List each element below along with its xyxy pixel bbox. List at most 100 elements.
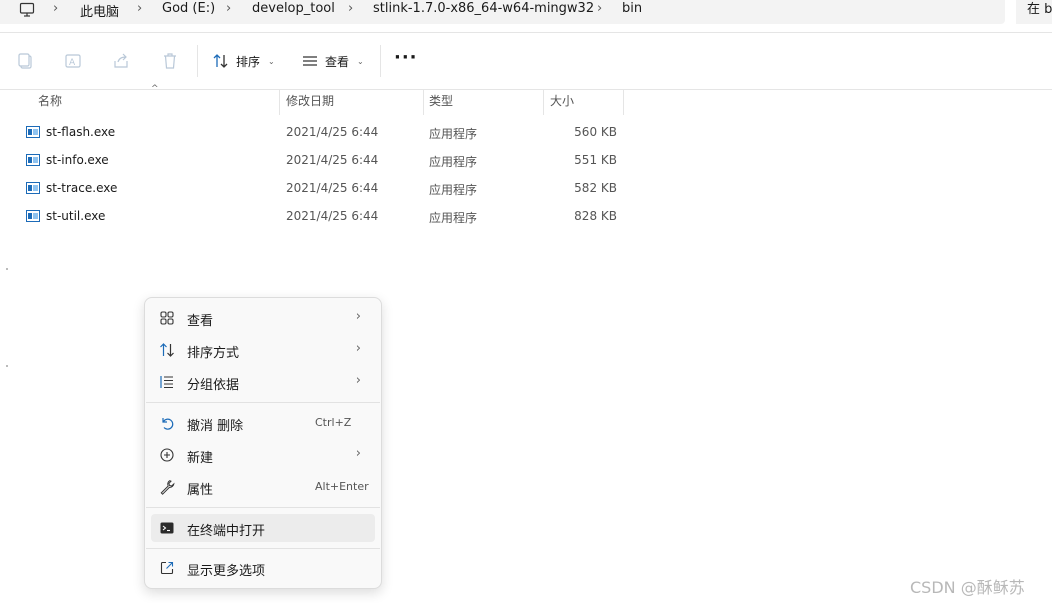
sort-ascending-icon: ^ [151,84,159,94]
exe-file-icon [26,126,40,138]
file-name: st-util.exe [46,209,106,223]
menu-item-label: 新建 [187,451,214,466]
file-date: 2021/4/25 6:44 [286,125,379,139]
menu-item-label: 显示更多选项 [187,564,266,579]
delete-icon[interactable] [160,51,180,71]
file-type: 应用程序 [429,183,478,197]
toolbar-divider [380,45,381,77]
exe-file-icon [26,210,40,222]
scroll-edge-mark [6,268,8,270]
breadcrumb-chevron-icon[interactable]: › [137,1,142,16]
file-date: 2021/4/25 6:44 [286,181,379,195]
menu-separator [146,548,380,549]
exe-file-icon [26,154,40,166]
chevron-right-icon: › [355,309,361,324]
file-date: 2021/4/25 6:44 [286,153,379,167]
rename-icon[interactable]: A [64,51,84,71]
file-row[interactable]: st-info.exe 2021/4/25 6:44 应用程序 551 KB [20,147,625,175]
group-icon [160,376,173,389]
toolbar-divider [197,45,198,77]
column-header-size[interactable]: 大小 [550,89,574,115]
file-row[interactable]: st-util.exe 2021/4/25 6:44 应用程序 828 KB [20,203,625,231]
menu-item-label: 属性 [187,483,214,498]
breadcrumb-develop-tool[interactable]: develop_tool [252,1,335,16]
menu-item-new[interactable]: 新建 › [151,441,375,469]
sort-icon [160,343,174,357]
file-size: 551 KB [574,153,617,167]
breadcrumb-chevron-icon[interactable]: › [226,1,231,16]
file-size: 582 KB [574,181,617,195]
undo-icon [162,418,174,430]
grid-view-icon [160,311,174,325]
chevron-right-icon: › [355,446,361,461]
file-row[interactable]: st-flash.exe 2021/4/25 6:44 应用程序 560 KB [20,119,625,147]
sort-icon [213,54,228,68]
file-row[interactable]: st-trace.exe 2021/4/25 6:44 应用程序 582 KB [20,175,625,203]
menu-item-label: 分组依据 [187,378,240,393]
chevron-down-icon: ⌄ [268,56,275,66]
menu-item-group-by[interactable]: 分组依据 › [151,368,375,396]
exe-file-icon [26,182,40,194]
terminal-icon [160,522,174,534]
wrench-icon [160,480,175,495]
file-size: 828 KB [574,209,617,223]
file-date: 2021/4/25 6:44 [286,209,379,223]
menu-item-label: 撤消 删除 [187,419,244,434]
column-divider[interactable] [279,89,280,115]
view-list-icon [303,56,317,66]
column-divider[interactable] [543,89,544,115]
file-type: 应用程序 [429,211,478,225]
breadcrumb-stlink[interactable]: stlink-1.7.0-x86_64-w64-mingw32 [373,1,594,16]
new-icon [160,448,174,462]
file-name: st-info.exe [46,153,109,167]
sort-label: 排序 [236,54,261,69]
chevron-right-icon: › [355,341,361,356]
file-name: st-trace.exe [46,181,118,195]
copy-icon[interactable] [16,51,36,71]
breadcrumb-bin[interactable]: bin [622,1,642,16]
menu-item-view[interactable]: 查看 › [151,304,375,332]
file-size: 560 KB [574,125,617,139]
breadcrumb-drive[interactable]: God (E:) [162,1,215,16]
column-header-name[interactable]: 名称 [38,89,62,115]
command-bar: A 排序 ⌄ 查看 ⌄ ··· [0,32,1052,90]
chevron-down-icon: ⌄ [357,56,364,66]
menu-item-show-more-options[interactable]: 显示更多选项 [151,554,375,582]
column-divider[interactable] [423,89,424,115]
svg-text:A: A [69,58,76,68]
scroll-edge-mark [6,365,8,367]
column-divider[interactable] [623,89,624,115]
menu-item-open-in-terminal[interactable]: 在终端中打开 [151,514,375,542]
menu-separator [146,507,380,508]
sort-button[interactable]: 排序 ⌄ [212,49,275,73]
context-menu: 查看 › 排序方式 › 分组依据 › 撤消 删除 Ctrl+Z 新建 › 属性 … [144,297,382,589]
menu-item-label: 排序方式 [187,346,240,361]
menu-item-properties[interactable]: 属性 Alt+Enter [151,473,375,501]
column-header-type[interactable]: 类型 [429,89,453,115]
breadcrumb-chevron-icon[interactable]: › [597,1,602,16]
search-input[interactable]: 在 b [1016,0,1052,24]
computer-icon[interactable] [19,2,35,18]
menu-item-sort-by[interactable]: 排序方式 › [151,336,375,364]
watermark: CSDN @酥稣苏 [910,578,1025,597]
breadcrumb-chevron-icon[interactable]: › [348,1,353,16]
file-name: st-flash.exe [46,125,116,139]
share-icon[interactable] [112,51,132,71]
address-bar[interactable]: › 此电脑 › God (E:) › develop_tool › stlink… [0,0,1005,24]
column-header-date[interactable]: 修改日期 [286,89,334,115]
menu-item-label: 在终端中打开 [187,524,266,539]
breadcrumb-this-pc[interactable]: 此电脑 [80,1,119,20]
menu-item-shortcut: Ctrl+Z [315,416,352,429]
file-type: 应用程序 [429,155,478,169]
more-options-button[interactable]: ··· [394,49,418,67]
chevron-right-icon: › [355,373,361,388]
menu-item-label: 查看 [187,314,214,329]
menu-item-undo-delete[interactable]: 撤消 删除 Ctrl+Z [151,409,375,437]
open-external-icon [160,561,174,575]
file-type: 应用程序 [429,127,478,141]
breadcrumb-chevron-icon[interactable]: › [53,1,58,16]
menu-separator [146,402,380,403]
menu-item-shortcut: Alt+Enter [315,480,369,493]
view-label: 查看 [325,54,350,69]
view-button[interactable]: 查看 ⌄ [301,49,364,73]
